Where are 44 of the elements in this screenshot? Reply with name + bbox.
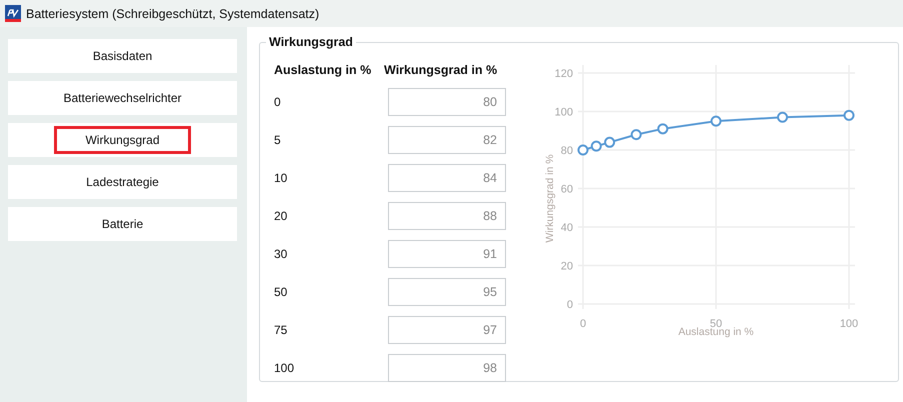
data-point xyxy=(604,136,616,148)
efficiency-field[interactable]: 88 xyxy=(388,202,506,230)
data-point xyxy=(590,140,602,152)
group-title: Wirkungsgrad xyxy=(268,35,354,49)
load-value: 5 xyxy=(274,133,282,147)
sidebar-item[interactable]: Batterie xyxy=(8,207,237,241)
sidebar-item[interactable]: Ladestrategie xyxy=(8,165,237,199)
load-value: 100 xyxy=(274,361,296,375)
data-point xyxy=(777,112,788,123)
sidebar-item[interactable]: Wirkungsgrad xyxy=(8,123,237,157)
window-title: Batteriesystem (Schreibgeschützt, Systemdatensatz) xyxy=(26,6,320,20)
efficiency-field[interactable]: 84 xyxy=(388,164,506,192)
sidebar-item[interactable]: Basisdaten xyxy=(8,39,237,73)
axis-tick-label: 120 xyxy=(554,68,573,80)
load-value: 0 xyxy=(274,95,282,109)
sidebar-item[interactable]: Batteriewechselrichter xyxy=(8,81,237,115)
efficiency-field[interactable]: 80 xyxy=(388,88,506,116)
y-axis-title: Wirkungsgrad in % xyxy=(544,154,556,243)
app-logo-icon xyxy=(5,5,21,22)
axis-tick-label: 20 xyxy=(560,260,573,272)
axis-tick-label: 0 xyxy=(566,299,573,311)
load-value: 20 xyxy=(274,209,288,223)
data-point xyxy=(657,123,668,134)
load-value: 50 xyxy=(274,285,288,299)
axis-tick-label: 40 xyxy=(560,222,573,234)
axis-tick-label: 0 xyxy=(580,318,586,330)
axis-tick-label: 100 xyxy=(554,106,573,118)
load-value: 10 xyxy=(274,171,288,185)
axis-tick-label: 100 xyxy=(840,318,858,330)
axis-tick-label: 60 xyxy=(560,184,573,196)
data-point xyxy=(578,144,588,156)
efficiency-field[interactable]: 82 xyxy=(388,126,506,154)
load-value: 75 xyxy=(274,323,288,337)
column-header: Auslastung in % xyxy=(274,63,372,77)
column-header: Wirkungsgrad in % xyxy=(384,63,498,77)
axis-tick-label: 80 xyxy=(560,145,573,157)
efficiency-field[interactable]: 95 xyxy=(388,278,506,306)
data-point xyxy=(630,129,642,140)
efficiency-field[interactable]: 91 xyxy=(388,240,506,268)
load-value: 30 xyxy=(274,247,288,261)
data-point xyxy=(710,116,722,127)
data-point xyxy=(844,110,854,121)
efficiency-field[interactable]: 98 xyxy=(388,354,506,382)
efficiency-field[interactable]: 97 xyxy=(388,316,506,344)
